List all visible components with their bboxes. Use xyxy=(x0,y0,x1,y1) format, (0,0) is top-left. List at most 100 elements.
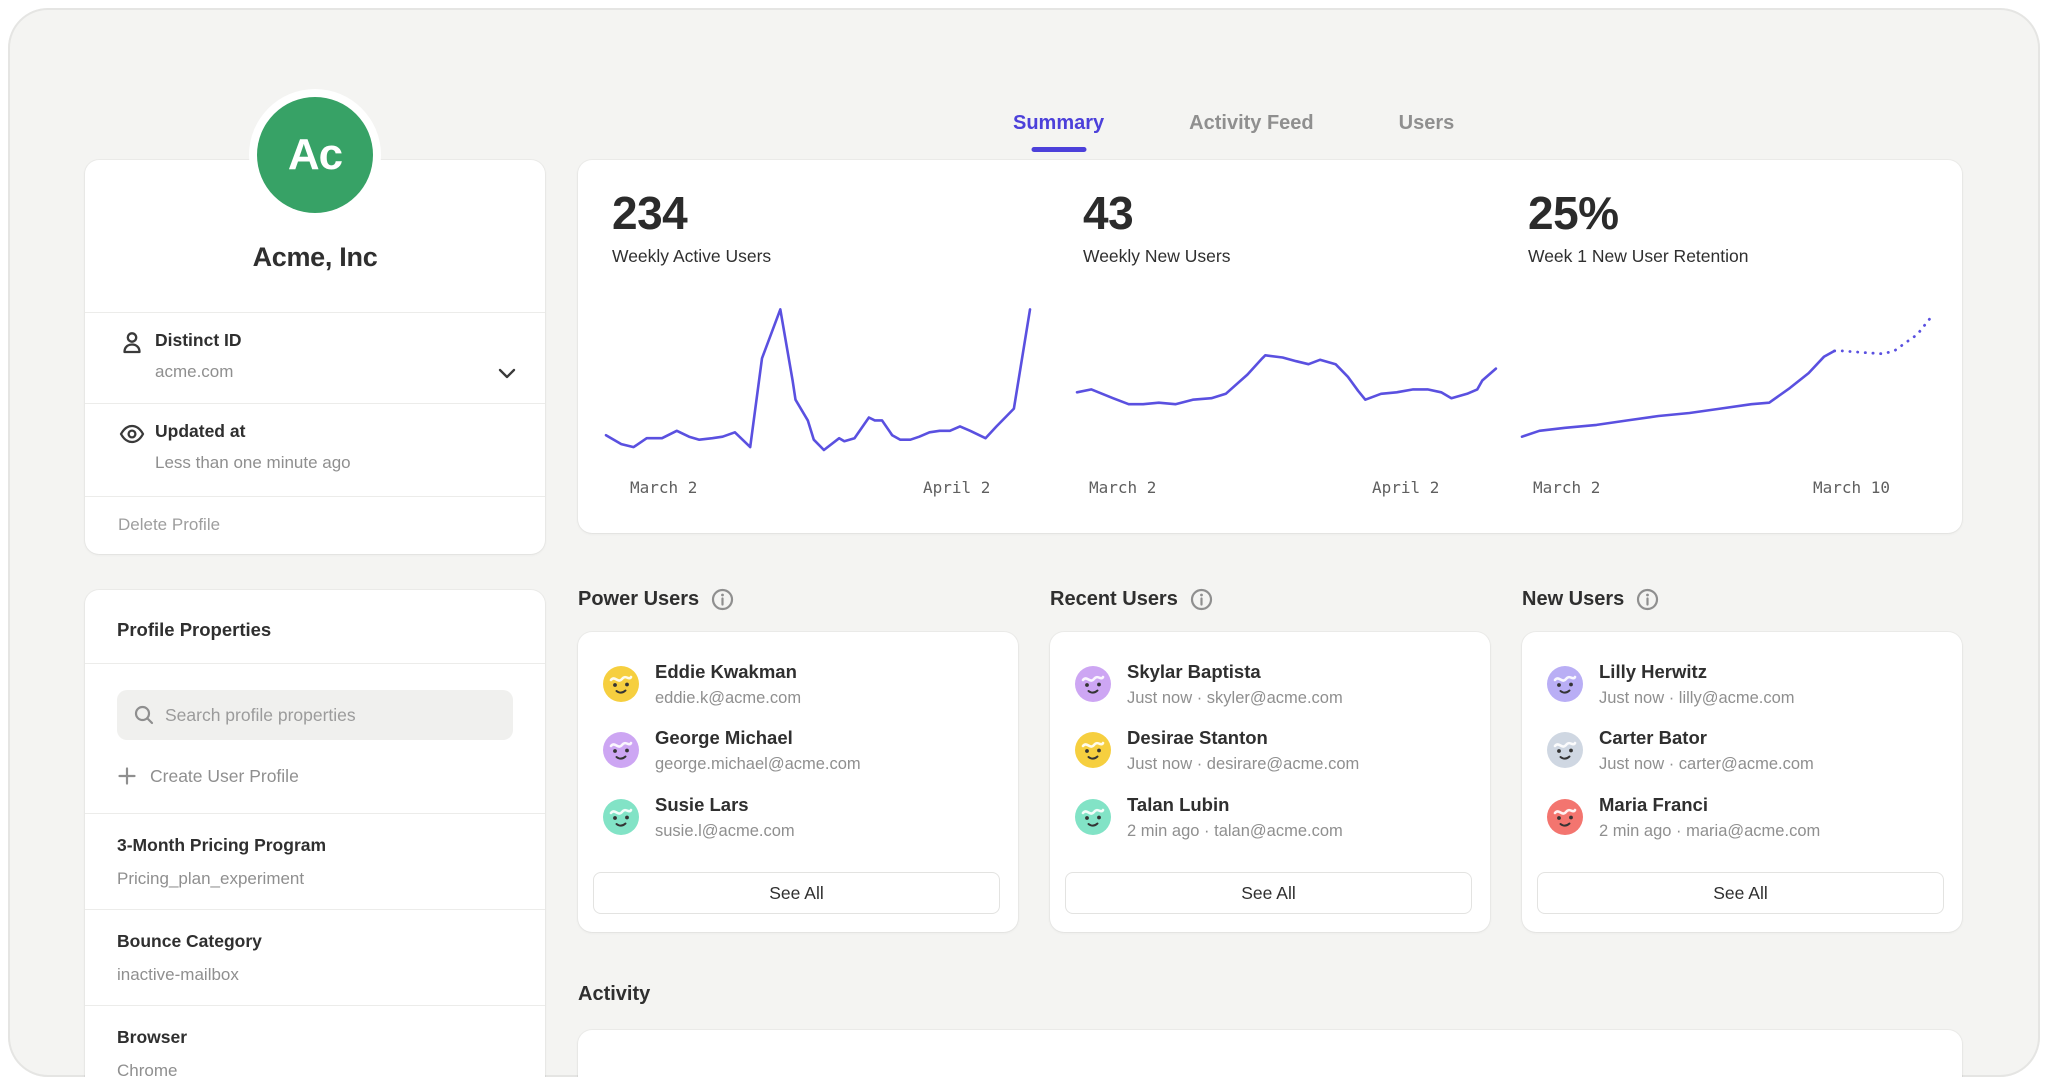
user-name: Susie Lars xyxy=(655,794,749,816)
x-tick: March 2 xyxy=(1533,478,1600,497)
avatar-face xyxy=(603,666,639,702)
divider xyxy=(85,663,545,664)
activity-stat-value: 234 xyxy=(612,1072,687,1077)
stat-weekly-new-users: 43 Weekly New Users March 2 April 2 xyxy=(1083,160,1507,533)
info-icon[interactable] xyxy=(1636,588,1659,611)
user-list-item[interactable]: Carter Bator Just now · carter@acme.com xyxy=(1547,722,1942,780)
user-avatar xyxy=(1547,666,1583,702)
section-title: Power Users xyxy=(578,588,699,611)
user-list-item[interactable]: George Michaelgeorge.michael@acme.com xyxy=(603,722,998,780)
stat-label: Weekly New Users xyxy=(1083,246,1231,267)
user-name: Eddie Kwakman xyxy=(655,661,797,683)
user-list-item[interactable]: Maria Franci 2 min ago · maria@acme.com xyxy=(1547,789,1942,847)
stat-label: Week 1 New User Retention xyxy=(1528,246,1748,267)
x-tick: March 2 xyxy=(1089,478,1156,497)
distinct-id-row[interactable]: Distinct ID acme.com xyxy=(85,312,545,403)
user-list-item[interactable]: Susie Lars susie.l@acme.com xyxy=(603,789,998,847)
user-meta: susie.l@acme.com xyxy=(655,822,795,841)
user-name: Maria Franci xyxy=(1599,794,1708,816)
distinct-id-value: acme.com xyxy=(155,362,233,382)
delete-profile-button[interactable]: Delete Profile xyxy=(118,515,220,535)
avatar-face xyxy=(1547,799,1583,835)
chevron-down-icon[interactable] xyxy=(495,361,519,385)
user-meta: Just now · desirare@acme.com xyxy=(1127,755,1359,774)
updated-at-value: Less than one minute ago xyxy=(155,453,351,473)
search-input[interactable] xyxy=(165,690,495,740)
new-users-header: New Users xyxy=(1522,588,1659,611)
stat-label: Weekly Active Users xyxy=(612,246,771,267)
profile-properties-card: Profile Properties Create User Profile 3… xyxy=(85,590,545,1077)
user-meta: Just now · lilly@acme.com xyxy=(1599,689,1795,708)
tab-activity-feed[interactable]: Activity Feed xyxy=(1189,112,1313,152)
x-tick: March 2 xyxy=(630,478,697,497)
property-row[interactable]: 3-Month Pricing Program Pricing_plan_exp… xyxy=(85,813,545,909)
user-name: Skylar Baptista xyxy=(1127,661,1261,683)
plus-icon xyxy=(117,766,137,786)
user-list-item[interactable]: Desirae StantonJust now · desirare@acme.… xyxy=(1075,722,1470,780)
stat-week1-retention: 25% Week 1 New User Retention March 2 Ma… xyxy=(1528,160,1952,533)
user-meta: 2 min ago · maria@acme.com xyxy=(1599,822,1820,841)
user-name: Lilly Herwitz xyxy=(1599,661,1707,683)
x-axis-ticks: March 2 April 2 xyxy=(1083,478,1507,500)
x-axis-ticks: March 2 April 2 xyxy=(612,478,1036,500)
company-avatar: Ac xyxy=(249,89,381,221)
see-all-button[interactable]: See All xyxy=(593,872,1000,914)
profile-properties-search[interactable] xyxy=(117,690,513,740)
user-name: Carter Bator xyxy=(1599,727,1707,749)
user-meta: Just now · carter@acme.com xyxy=(1599,755,1814,774)
user-avatar xyxy=(603,666,639,702)
user-name: Talan Lubin xyxy=(1127,794,1229,816)
recent-users-card: Skylar Baptista Just now · skyler@acme.co… xyxy=(1050,632,1490,932)
avatar-face xyxy=(1075,732,1111,768)
recent-users-header: Recent Users xyxy=(1050,588,1213,611)
avatar-face xyxy=(603,799,639,835)
updated-at-row: Updated at Less than one minute ago xyxy=(85,403,545,496)
user-list-item[interactable]: Talan Lubin 2 min ago · talan@acme.com xyxy=(1075,789,1470,847)
property-label: Browser xyxy=(117,1027,187,1048)
see-all-button[interactable]: See All xyxy=(1065,872,1472,914)
property-value: inactive-mailbox xyxy=(117,965,239,985)
info-icon[interactable] xyxy=(1190,588,1213,611)
user-list-item[interactable]: Lilly Herwitz Just now · lilly@acme.com xyxy=(1547,656,1942,714)
user-list-item[interactable]: Skylar Baptista Just now · skyler@acme.co… xyxy=(1075,656,1470,714)
user-meta: Just now · skyler@acme.com xyxy=(1127,689,1343,708)
x-axis-ticks: March 2 March 10 xyxy=(1528,478,1952,500)
summary-stats-card: 234 Weekly Active Users March 2 April 2 … xyxy=(578,160,1962,533)
person-icon xyxy=(118,329,146,357)
user-meta: 2 min ago · talan@acme.com xyxy=(1127,822,1343,841)
activity-section-title: Activity xyxy=(578,983,650,1006)
info-icon[interactable] xyxy=(711,588,734,611)
see-all-button[interactable]: See All xyxy=(1537,872,1944,914)
profile-properties-title: Profile Properties xyxy=(117,619,271,641)
property-row[interactable]: Bounce Category inactive-mailbox xyxy=(85,909,545,1005)
company-avatar-initials: Ac xyxy=(257,97,373,213)
property-label: Bounce Category xyxy=(117,931,262,952)
delete-profile-row[interactable]: Delete Profile xyxy=(85,496,545,555)
main-tabs: Summary Activity Feed Users xyxy=(1013,112,1454,152)
property-row[interactable]: Browser Chrome xyxy=(85,1005,545,1077)
property-value: Chrome xyxy=(117,1061,177,1077)
activity-stat-value: 3.4k xyxy=(1528,1072,1616,1077)
section-title: New Users xyxy=(1522,588,1624,611)
avatar-face xyxy=(603,732,639,768)
eye-icon xyxy=(118,420,146,448)
user-list-item[interactable]: Eddie Kwakman eddie.k@acme.com xyxy=(603,656,998,714)
stat-value: 234 xyxy=(612,190,687,236)
user-avatar xyxy=(1075,732,1111,768)
weekly-active-users-chart xyxy=(606,305,1030,453)
create-user-profile-button[interactable]: Create User Profile xyxy=(117,760,299,792)
avatar-face xyxy=(1075,666,1111,702)
user-avatar xyxy=(1547,799,1583,835)
stat-weekly-active-users: 234 Weekly Active Users March 2 April 2 xyxy=(612,160,1036,533)
activity-stat-value: 240 xyxy=(1080,1072,1155,1077)
user-avatar xyxy=(1075,799,1111,835)
user-avatar xyxy=(603,732,639,768)
tab-summary[interactable]: Summary xyxy=(1013,112,1104,152)
power-users-card: Eddie Kwakman eddie.k@acme.com George Mich… xyxy=(578,632,1018,932)
x-tick: April 2 xyxy=(923,478,990,497)
section-title: Recent Users xyxy=(1050,588,1178,611)
tab-users[interactable]: Users xyxy=(1399,112,1455,152)
user-meta: eddie.k@acme.com xyxy=(655,689,801,708)
avatar-face xyxy=(1075,799,1111,835)
new-users-card: Lilly Herwitz Just now · lilly@acme.com Ca… xyxy=(1522,632,1962,932)
